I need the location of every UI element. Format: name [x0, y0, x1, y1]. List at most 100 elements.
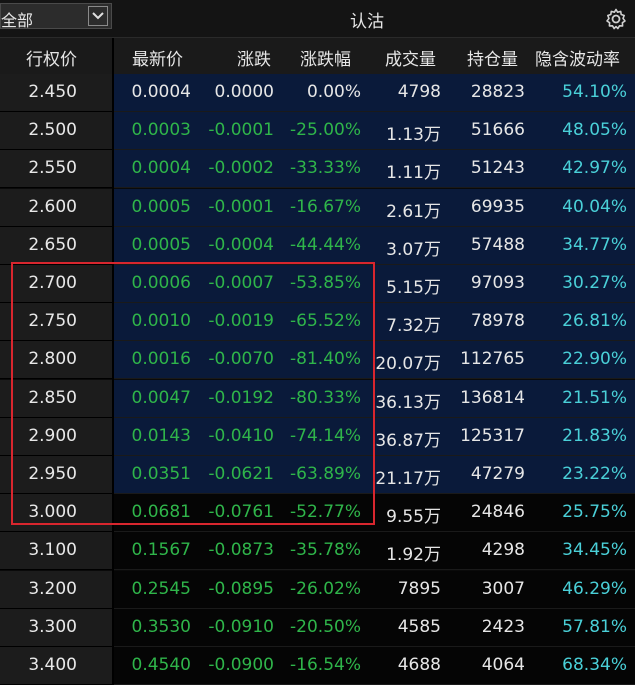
last-price: 0.0005 — [131, 234, 191, 255]
price-change: 0.0000 — [214, 82, 274, 102]
implied-volatility: 22.90% — [562, 349, 627, 370]
strike-value: 2.700 — [28, 273, 77, 293]
price-change-pct: -74.14% — [290, 425, 361, 446]
open-interest: 4064 — [481, 655, 525, 675]
price-change-pct: -44.44% — [290, 234, 361, 255]
table-row[interactable]: 2.750 0.0010 -0.0019 -65.52% 7.32万 78978 26.81… — [0, 303, 635, 342]
table-row[interactable]: 2.500 0.0003 -0.0001 -25.00% 1.13万 51666 48.05… — [0, 112, 635, 151]
table-row[interactable]: 3.300 0.3530 -0.0910 -20.50% 4585 2423 57.81% — [0, 608, 635, 647]
open-interest: 125317 — [460, 425, 525, 446]
chevron-down-icon[interactable] — [88, 6, 108, 26]
header-last[interactable]: 最新价 — [132, 45, 183, 70]
header-change-pct[interactable]: 涨跌幅 — [300, 45, 351, 70]
table-row[interactable]: 2.550 0.0004 -0.0002 -33.33% 1.11万 51243 42.97… — [0, 150, 635, 189]
last-price: 0.0003 — [131, 120, 191, 141]
volume: 36.13万 — [375, 392, 441, 413]
strike-cell: 3.100 — [0, 532, 112, 571]
price-change-pct: -16.54% — [290, 655, 361, 675]
table-row[interactable]: 2.950 0.0351 -0.0621 -63.89% 21.17万 47279 23.2… — [0, 456, 635, 494]
quote-cells: 0.0004 -0.0002 -33.33% 1.11万 51243 42.97% — [114, 150, 635, 189]
table-row[interactable]: 2.650 0.0005 -0.0004 -44.44% 3.07万 57488 34.77… — [0, 226, 635, 265]
table-header: 行权价 最新价 涨跌 涨跌幅 成交量 持仓量 隐含波动率 — [0, 38, 635, 74]
header-iv[interactable]: 隐含波动率 — [535, 45, 620, 70]
strike-cell: 2.550 — [0, 150, 112, 189]
table-row[interactable]: 3.100 0.1567 -0.0873 -35.78% 1.92万 4298 34.45% — [0, 532, 635, 571]
volume: 9.55万 — [386, 507, 441, 528]
open-interest: 2423 — [481, 616, 525, 637]
price-change: -0.0002 — [208, 158, 274, 179]
volume: 21.17万 — [375, 469, 441, 489]
volume: 36.87万 — [375, 430, 441, 451]
strike-value: 2.450 — [28, 82, 77, 102]
price-change-pct: 0.00% — [306, 82, 361, 102]
header-volume[interactable]: 成交量 — [385, 45, 436, 70]
open-interest: 51666 — [470, 120, 525, 141]
quote-cells: 0.0143 -0.0410 -74.14% 36.87万 125317 21.83% — [114, 417, 635, 456]
implied-volatility: 46.29% — [562, 578, 627, 599]
table-row[interactable]: 2.850 0.0047 -0.0192 -80.33% 36.13万 136814 21.… — [0, 379, 635, 418]
quote-cells: 0.0006 -0.0007 -53.85% 5.15万 97093 30.27% — [114, 265, 635, 303]
open-interest: 47279 — [470, 464, 525, 484]
last-price: 0.0006 — [131, 273, 191, 293]
implied-volatility: 30.27% — [562, 273, 627, 293]
price-change: -0.0410 — [208, 425, 274, 446]
open-interest: 24846 — [470, 502, 525, 523]
price-change-pct: -35.78% — [290, 540, 361, 561]
price-change: -0.0007 — [208, 273, 274, 293]
price-change-pct: -16.67% — [290, 196, 361, 217]
implied-volatility: 54.10% — [562, 82, 627, 102]
table-row[interactable]: 2.700 0.0006 -0.0007 -53.85% 5.15万 97093 30.27… — [0, 265, 635, 303]
table-row[interactable]: 2.800 0.0016 -0.0070 -81.40% 20.07万 112765 22.… — [0, 341, 635, 380]
gear-icon[interactable] — [604, 7, 628, 31]
last-price: 0.0005 — [131, 196, 191, 217]
strike-value: 2.650 — [28, 234, 77, 255]
quote-cells: 0.0351 -0.0621 -63.89% 21.17万 47279 23.22% — [114, 456, 635, 494]
volume: 2.61万 — [386, 201, 441, 222]
last-price: 0.0681 — [131, 502, 191, 523]
last-price: 0.0143 — [131, 425, 191, 446]
header-strike[interactable]: 行权价 — [26, 45, 77, 70]
implied-volatility: 25.75% — [562, 502, 627, 523]
table-row[interactable]: 3.400 0.4540 -0.0900 -16.54% 4688 4064 68.34% — [0, 647, 635, 685]
scope-dropdown[interactable]: 全部 — [0, 3, 112, 30]
strike-cell: 3.000 — [0, 494, 112, 533]
volume: 1.11万 — [386, 163, 441, 184]
implied-volatility: 42.97% — [562, 158, 627, 179]
price-change: -0.0900 — [208, 655, 274, 675]
price-change: -0.0761 — [208, 502, 274, 523]
last-price: 0.1567 — [131, 540, 191, 561]
strike-cell: 2.450 — [0, 74, 112, 112]
implied-volatility: 21.83% — [562, 425, 627, 446]
strike-value: 2.550 — [28, 158, 77, 179]
price-change-pct: -20.50% — [290, 616, 361, 637]
price-change: -0.0192 — [208, 387, 274, 408]
strike-cell: 2.900 — [0, 417, 112, 456]
price-change: -0.0001 — [208, 196, 274, 217]
volume: 3.07万 — [386, 239, 441, 260]
table-row[interactable]: 2.450 0.0004 0.0000 0.00% 4798 28823 54.10% — [0, 74, 635, 112]
price-change-pct: -81.40% — [290, 349, 361, 370]
last-price: 0.0047 — [131, 387, 191, 408]
strike-cell: 3.300 — [0, 608, 112, 647]
implied-volatility: 23.22% — [562, 464, 627, 484]
header-change[interactable]: 涨跌 — [237, 45, 271, 70]
table-row[interactable]: 3.000 0.0681 -0.0761 -52.77% 9.55万 24846 25.75… — [0, 494, 635, 533]
open-interest: 3007 — [481, 578, 525, 599]
price-change: -0.0070 — [208, 349, 274, 370]
price-change: -0.0895 — [208, 578, 274, 599]
implied-volatility: 26.81% — [562, 311, 627, 332]
implied-volatility: 57.81% — [562, 616, 627, 637]
price-change-pct: -33.33% — [290, 158, 361, 179]
open-interest: 57488 — [470, 234, 525, 255]
quote-cells: 0.0016 -0.0070 -81.40% 20.07万 112765 22.90% — [114, 341, 635, 380]
price-change-pct: -26.02% — [290, 578, 361, 599]
table-row[interactable]: 2.600 0.0005 -0.0001 -16.67% 2.61万 69935 40.04… — [0, 188, 635, 227]
open-interest: 112765 — [460, 349, 525, 370]
strike-value: 3.000 — [28, 502, 77, 523]
header-open-interest[interactable]: 持仓量 — [467, 45, 518, 70]
table-row[interactable]: 2.900 0.0143 -0.0410 -74.14% 36.87万 125317 21.… — [0, 417, 635, 456]
column-divider — [112, 38, 114, 685]
quote-cells: 0.0047 -0.0192 -80.33% 36.13万 136814 21.51% — [114, 379, 635, 418]
strike-cell: 2.650 — [0, 226, 112, 265]
table-row[interactable]: 3.200 0.2545 -0.0895 -26.02% 7895 3007 46.29% — [0, 570, 635, 609]
